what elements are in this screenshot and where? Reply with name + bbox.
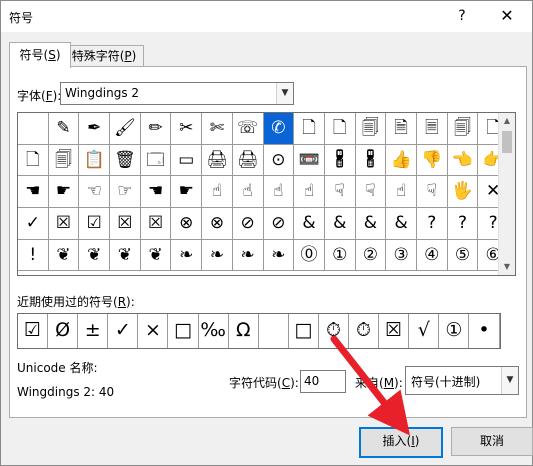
tab-symbols-label: 符号( xyxy=(19,48,49,62)
symbol-dialog: 符号 ? ✕ 符号(S) 特殊字符(P) 字体(F): Wingdings 2 … xyxy=(0,0,533,466)
tab-symbols-key: S xyxy=(48,48,56,62)
tab-symbols[interactable]: 符号(S) xyxy=(9,42,71,68)
annotation-arrow xyxy=(330,335,410,436)
red-arrow-shape xyxy=(330,335,410,436)
tab-symbols-suffix: ) xyxy=(55,48,61,62)
